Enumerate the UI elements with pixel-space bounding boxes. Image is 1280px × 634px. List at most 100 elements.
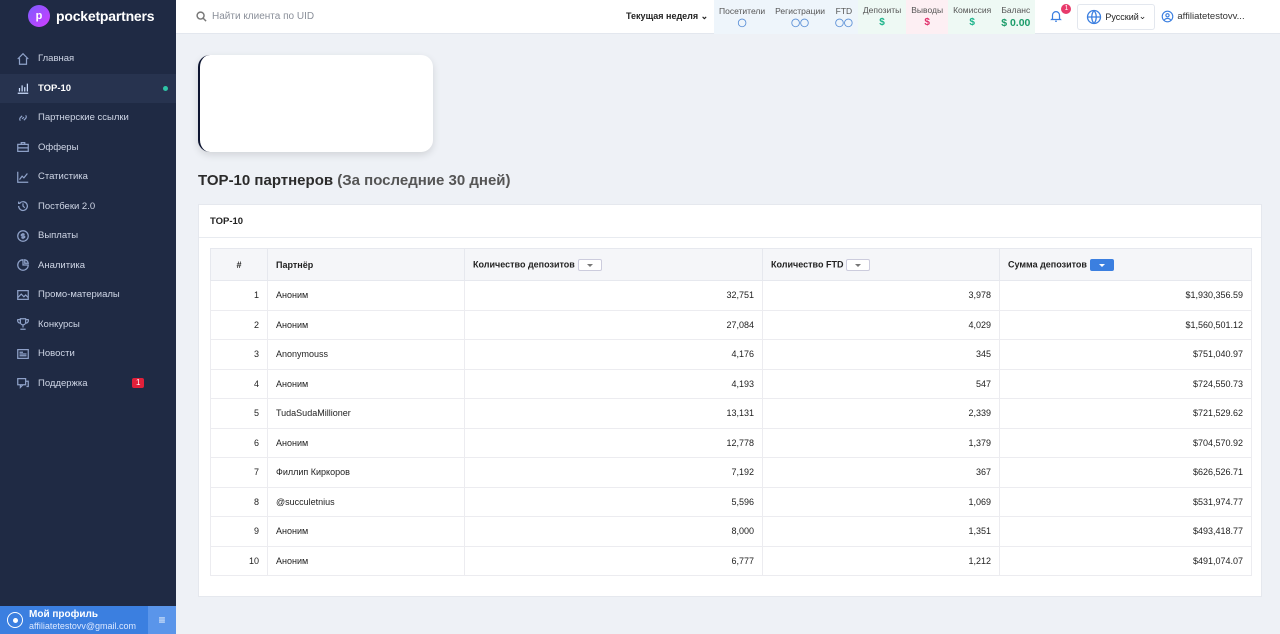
top10-table: # Партнёр Количество депозитов Количеств… [210,248,1252,576]
column-label: Сумма депозитов [1008,258,1087,269]
cell-deposit-count: 32,751 [464,280,763,311]
cell-partner: Аноним [267,280,465,311]
stat-label: Выводы [911,5,944,15]
sidebar-item-home[interactable]: Главная [0,44,176,74]
stat-label: Баланс [1001,4,1031,15]
sidebar-item-label: Конкурсы [38,318,80,330]
sidebar-item-offers[interactable]: Офферы [0,133,176,163]
sidebar-item-news[interactable]: Новости [0,339,176,369]
cell-rank: 10 [210,545,268,576]
cell-rank: 6 [210,427,268,458]
cell-deposit-sum: $493,418.77 [999,516,1252,547]
cell-partner: Аноним [267,368,465,399]
table-row: 9 Аноним 8,000 1,351 $493,418.77 [210,516,1252,547]
cell-deposit-sum: $1,560,501.12 [999,309,1252,340]
search-input[interactable] [212,11,452,22]
notifications-badge: 1 [1061,3,1072,14]
notifications-button[interactable]: 1 [1049,3,1072,25]
page-title-main: TOP-10 партнеров [198,172,334,189]
stat-visitors[interactable]: Посетители ◯ [714,0,771,34]
cell-deposit-sum: $704,570.92 [999,427,1252,458]
column-rank: # [210,248,268,281]
sort-icon[interactable] [577,258,602,271]
dollar-icon: $ [879,17,885,28]
chart-bars-icon [16,81,30,95]
sidebar-item-label: Постбеки 2.0 [38,200,96,212]
active-indicator [163,85,168,91]
top10-card: TOP-10 # Партнёр Количество депозитов Ко… [198,204,1262,597]
user-menu[interactable]: affiliatetestovv... [1161,10,1245,23]
stat-label: Регистрации [775,6,825,16]
users-icon: ◯◯ [834,18,853,27]
stat-commission[interactable]: Комиссия $ [948,0,997,34]
column-deposit-count[interactable]: Количество депозитов [464,248,763,281]
sidebar-item-payouts[interactable]: Выплаты [0,221,176,251]
globe-icon [1087,9,1102,24]
column-label: Партнёр [276,259,314,270]
chevron-down-icon: ⌄ [1138,11,1147,21]
stat-withdrawals[interactable]: Выводы $ [906,0,949,34]
sidebar-item-label: Новости [38,348,75,360]
page-title-period: (За последние 30 дней) [337,172,511,189]
logo[interactable]: p pocketpartners [0,0,176,32]
pie-chart-icon [16,258,30,272]
cell-deposit-count: 6,777 [464,545,763,576]
cell-ftd-count: 1,379 [762,427,1000,458]
dollar-circle-icon [16,229,30,243]
brand-name: pocketpartners [56,8,155,24]
sidebar-item-label: Офферы [38,141,79,153]
sidebar-item-partner-links[interactable]: Партнерские ссылки [0,103,176,133]
cell-rank: 9 [210,516,268,547]
column-label: Количество депозитов [473,258,575,269]
cell-ftd-count: 4,029 [762,309,1000,340]
stat-deposits[interactable]: Депозиты $ [857,0,907,34]
period-selector[interactable]: Текущая неделя ⌄ [626,11,714,22]
account-circle-icon [1161,10,1174,23]
promo-banner[interactable] [198,55,433,152]
profile-panel[interactable]: Мой профиль affiliatetestovv@gmail.com ≡ [0,606,176,634]
stat-registrations[interactable]: Регистрации ◯◯ [770,0,830,34]
column-ftd-count[interactable]: Количество FTD [762,248,1000,281]
cell-rank: 3 [210,339,268,370]
sidebar-item-label: Аналитика [38,259,86,271]
cell-partner: Аноним [267,427,465,458]
table-row: 6 Аноним 12,778 1,379 $704,570.92 [210,427,1252,458]
stat-label: FTD [835,6,853,16]
collapse-sidebar-icon[interactable]: ≡ [148,606,176,634]
balance-value: $ 0.00 [1001,16,1031,29]
user-icon: ◯ [737,18,747,27]
logo-icon: p [28,5,50,27]
sidebar-item-analytics[interactable]: Аналитика [0,251,176,281]
language-selector[interactable]: Русский ⌄ [1077,3,1156,30]
cell-ftd-count: 1,351 [762,516,1000,547]
table-row: 5 TudaSudaMillioner 13,131 2,339 $721,529.62 [210,398,1252,429]
sidebar-item-promo[interactable]: Промо-материалы [0,280,176,310]
sidebar-item-statistics[interactable]: Статистика [0,162,176,192]
sidebar-item-support[interactable]: Поддержка 1 [0,369,176,399]
sort-active-icon[interactable] [1089,258,1114,271]
cell-partner: Аноним [267,545,465,576]
cell-partner: TudaSudaMillioner [267,398,465,429]
sidebar: p pocketpartners Главная TOP-10 Партнерс… [0,0,176,634]
cell-rank: 4 [210,368,268,399]
sidebar-nav: Главная TOP-10 Партнерские ссылки Офферы… [0,44,176,398]
sidebar-item-postbacks[interactable]: Постбеки 2.0 [0,192,176,222]
table-row: 1 Аноним 32,751 3,978 $1,930,356.59 [210,280,1252,311]
line-chart-icon [16,170,30,184]
sidebar-item-contests[interactable]: Конкурсы [0,310,176,340]
cell-deposit-sum: $491,074.07 [999,545,1252,576]
cell-ftd-count: 1,069 [762,486,1000,517]
sidebar-item-label: Поддержка [38,377,88,389]
sidebar-item-top10[interactable]: TOP-10 [0,73,176,103]
dollar-icon: $ [969,17,975,28]
stat-ftd[interactable]: FTD ◯◯ [829,0,858,34]
cell-deposit-count: 12,778 [464,427,763,458]
cell-deposit-count: 4,176 [464,339,763,370]
cell-rank: 1 [210,280,268,311]
stat-balance[interactable]: Баланс $ 0.00 [996,0,1036,34]
column-deposit-sum[interactable]: Сумма депозитов [999,248,1252,281]
search-box [176,11,616,22]
sort-icon[interactable] [846,258,871,271]
cell-deposit-sum: $751,040.97 [999,339,1252,370]
chevron-down-icon: ⌄ [700,11,709,21]
